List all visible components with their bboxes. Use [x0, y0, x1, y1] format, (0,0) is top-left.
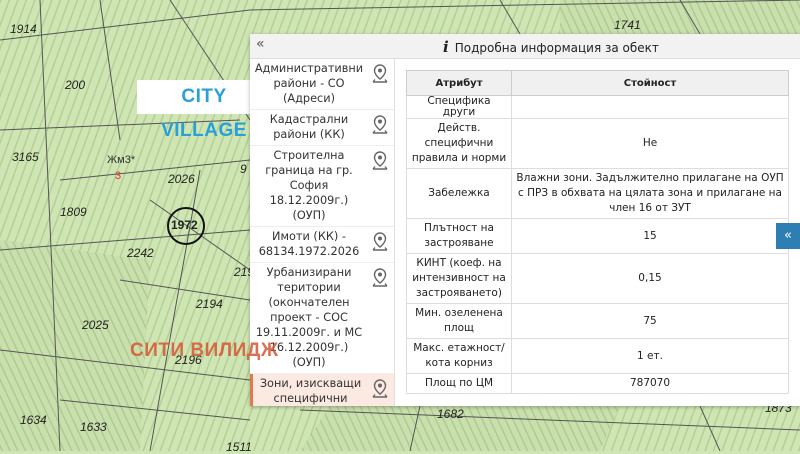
map-pin-icon[interactable]: [366, 59, 394, 84]
map-pin-icon[interactable]: [366, 227, 394, 252]
parcel-number: 2194: [196, 297, 223, 311]
parcel-number: 1914: [10, 22, 37, 36]
value-cell: 75: [511, 303, 789, 339]
zone-number: 3: [115, 170, 122, 182]
table-header-row: Атрибут Стойност: [406, 70, 789, 96]
value-cell: Влажни зони. Задължително прилагане на О…: [511, 168, 789, 219]
table-row: Плътност на застрояване 15: [406, 218, 789, 254]
parcel-number: 2026: [168, 172, 195, 186]
map-pin-icon[interactable]: [366, 146, 394, 171]
layer-item[interactable]: Кадастрални райони (КК): [250, 110, 394, 146]
parcel-number: 2025: [82, 318, 109, 332]
map-pin-icon[interactable]: [366, 110, 394, 135]
table-row: Забележка Влажни зони. Задължително прил…: [406, 168, 789, 219]
value-cell: 1 ет.: [511, 338, 789, 374]
watermark-text: СИТИ ВИЛИДЖ: [130, 340, 279, 361]
map-pin-icon[interactable]: [366, 263, 394, 288]
table-row: Специфика други: [406, 95, 789, 119]
value-cell: 15: [511, 218, 789, 254]
layer-label: Строителна граница на гр. София 18.12.20…: [265, 149, 353, 222]
attribute-cell: Специфика други: [406, 95, 512, 119]
attribute-cell: Площ по ЦМ: [406, 373, 512, 394]
value-cell: Не: [511, 118, 789, 169]
layer-item[interactable]: Административни райони - СО (Адреси): [250, 59, 394, 110]
layer-item-active[interactable]: Зони, изискващи специфични правила и нор…: [250, 374, 394, 406]
expand-side-panel-button[interactable]: «: [776, 223, 800, 249]
attribute-cell: Действ. специфични правила и норми: [406, 118, 512, 169]
layer-label: Имоти (КК) - 68134.1972.2026: [258, 230, 360, 258]
value-cell: [511, 95, 789, 119]
table-row: Мин. озеленена площ 75: [406, 303, 789, 339]
parcel-number-partial: 9: [240, 162, 247, 176]
zone-label: Жм3*: [107, 154, 136, 166]
circled-parcel-number: 1972: [171, 218, 198, 232]
layer-item[interactable]: Имоти (КК) - 68134.1972.2026: [250, 227, 394, 263]
panel-header: « i Подробна информация за обект: [250, 34, 800, 59]
layer-label: Зони, изискващи специфични правила и нор…: [259, 377, 362, 405]
parcel-number: 1682: [437, 407, 464, 421]
column-header-value: Стойност: [511, 70, 789, 96]
layer-item[interactable]: Строителна граница на гр. София 18.12.20…: [250, 146, 394, 227]
parcel-number: 200: [65, 78, 86, 92]
attribute-cell: Мин. озеленена площ: [406, 303, 512, 339]
attribute-cell: Макс. етажност/ кота корниз: [406, 338, 512, 374]
attribute-cell: КИНТ (коеф. на интензивност на застроява…: [406, 253, 512, 304]
layer-label: Административни райони - СО (Адреси): [254, 62, 364, 105]
parcel-number: 1741: [614, 18, 641, 32]
panel-title: Подробна информация за обект: [454, 41, 659, 55]
map-pin-icon[interactable]: [366, 374, 394, 399]
layer-label: Кадастрални райони (КК): [269, 113, 349, 141]
parcel-number: 1511: [226, 440, 252, 454]
column-header-attribute: Атрибут: [406, 70, 512, 96]
table-row: Макс. етажност/ кота корниз 1 ет.: [406, 338, 789, 374]
parcel-number: 3165: [12, 150, 39, 164]
parcel-number: 2242: [127, 246, 154, 260]
attribute-table-wrap[interactable]: Атрибут Стойност Специфика други Действ.…: [406, 70, 789, 400]
collapse-panel-icon[interactable]: «: [256, 36, 265, 52]
object-info-panel: « i Подробна информация за обект Админист…: [250, 34, 800, 406]
info-icon: i: [443, 38, 449, 56]
attribute-cell: Плътност на застрояване: [406, 218, 512, 254]
table-row: КИНТ (коеф. на интензивност на застроява…: [406, 253, 789, 304]
parcel-number: 1634: [20, 413, 47, 427]
value-cell: 0,15: [511, 253, 789, 304]
parcel-number: 1809: [60, 205, 87, 219]
attribute-table: Атрибут Стойност Специфика други Действ.…: [406, 70, 789, 394]
parcel-number: 1633: [80, 420, 107, 434]
table-row: Площ по ЦМ 787070: [406, 373, 789, 394]
attribute-cell: Забележка: [406, 168, 512, 219]
value-cell: 787070: [511, 373, 789, 394]
panel-title-wrap: i Подробна информация за обект: [443, 38, 659, 56]
table-row: Действ. специфични правила и норми Не: [406, 118, 789, 169]
